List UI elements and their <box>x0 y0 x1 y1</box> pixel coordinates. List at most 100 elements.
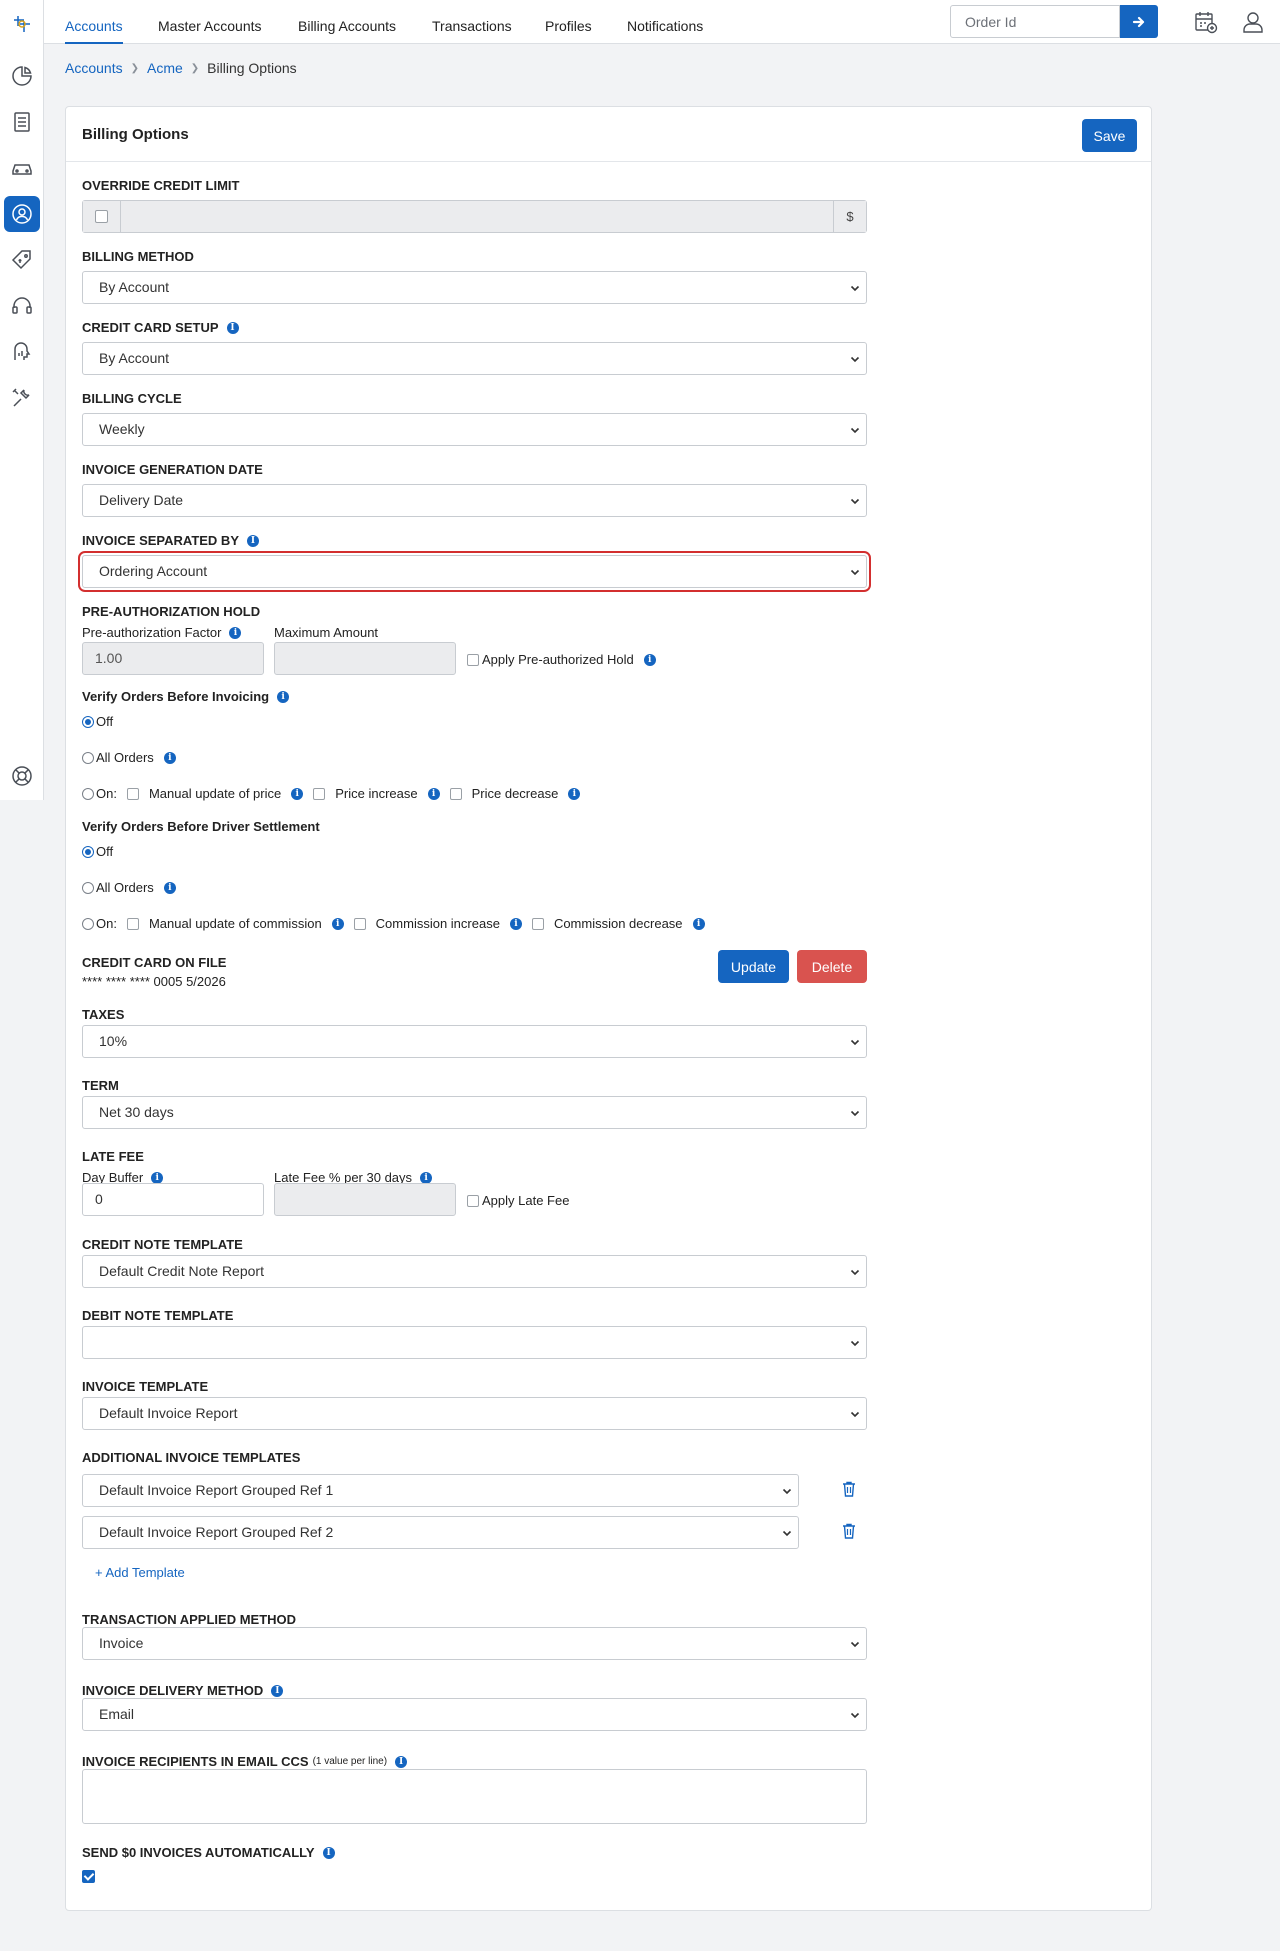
credit-card-setup-label: CREDIT CARD SETUP i <box>82 320 239 335</box>
order-id-input[interactable] <box>950 5 1120 38</box>
invoice-generation-date-select[interactable]: Delivery Date <box>82 484 867 517</box>
nav-tab-transactions[interactable]: Transactions <box>432 0 512 44</box>
info-icon[interactable]: i <box>229 626 242 639</box>
manual-price-checkbox[interactable] <box>126 787 139 800</box>
additional-template-value-1: Default Invoice Report Grouped Ref 1 <box>99 1482 334 1498</box>
reports-icon[interactable] <box>4 334 40 370</box>
user-profile-icon[interactable] <box>1240 9 1266 35</box>
price-decrease-checkbox[interactable] <box>449 787 462 800</box>
save-button[interactable]: Save <box>1082 119 1137 152</box>
debit-note-template-label: DEBIT NOTE TEMPLATE <box>82 1308 234 1323</box>
vehicle-icon[interactable] <box>4 150 40 186</box>
logo-icon[interactable] <box>4 6 40 42</box>
commission-increase-checkbox[interactable] <box>353 917 366 930</box>
info-icon[interactable]: i <box>163 751 176 764</box>
info-icon[interactable]: i <box>568 787 581 800</box>
verify-invoicing-label-text: Verify Orders Before Invoicing <box>82 689 270 704</box>
breadcrumb-accounts[interactable]: Accounts <box>65 60 123 76</box>
late-fee-pct-input[interactable] <box>274 1183 456 1216</box>
order-go-button[interactable] <box>1120 5 1158 38</box>
term-select[interactable]: Net 30 days <box>82 1096 867 1129</box>
info-icon[interactable]: i <box>331 917 344 930</box>
support-headset-icon[interactable] <box>4 288 40 324</box>
chevron-down-icon <box>850 1712 860 1719</box>
send-zero-invoices-checkbox[interactable] <box>82 1870 95 1883</box>
info-icon[interactable]: i <box>271 1684 284 1697</box>
nav-tab-notifications[interactable]: Notifications <box>627 0 703 44</box>
preauth-max-input[interactable] <box>274 642 456 675</box>
apply-late-fee-checkbox[interactable] <box>467 1194 479 1207</box>
nav-tab-profiles[interactable]: Profiles <box>545 0 592 44</box>
override-credit-limit-checkbox[interactable] <box>95 210 108 223</box>
info-icon[interactable]: i <box>291 787 304 800</box>
credit-note-template-select[interactable]: Default Credit Note Report <box>82 1255 867 1288</box>
info-icon[interactable]: i <box>427 787 440 800</box>
info-icon[interactable]: i <box>643 653 656 666</box>
delete-card-button[interactable]: Delete <box>797 950 867 983</box>
price-increase-checkbox[interactable] <box>313 787 326 800</box>
verify-invoicing-on-radio[interactable] <box>82 787 94 800</box>
verify-settlement-on-label: On: <box>96 916 117 931</box>
chevron-down-icon <box>782 1488 792 1495</box>
additional-template-select-2[interactable]: Default Invoice Report Grouped Ref 2 <box>82 1516 799 1549</box>
info-icon[interactable]: i <box>246 534 259 547</box>
trash-icon[interactable] <box>842 1523 856 1539</box>
billing-cycle-select[interactable]: Weekly <box>82 413 867 446</box>
verify-invoicing-off-radio[interactable] <box>82 715 94 728</box>
billing-method-select[interactable]: By Account <box>82 271 867 304</box>
info-icon[interactable]: i <box>151 1171 164 1184</box>
late-fee-label: LATE FEE <box>82 1149 144 1164</box>
taxes-select[interactable]: 10% <box>82 1025 867 1058</box>
dashboard-pie-icon[interactable] <box>4 58 40 94</box>
recipients-textarea[interactable] <box>82 1769 867 1824</box>
info-icon[interactable]: i <box>226 321 239 334</box>
transaction-method-select[interactable]: Invoice <box>82 1627 867 1660</box>
page-title: Billing Options <box>82 126 189 143</box>
credit-card-setup-select[interactable]: By Account <box>82 342 867 375</box>
nav-tab-master-accounts[interactable]: Master Accounts <box>158 0 262 44</box>
additional-templates-label: ADDITIONAL INVOICE TEMPLATES <box>82 1450 301 1465</box>
chevron-down-icon <box>850 1340 860 1347</box>
add-template-link[interactable]: + Add Template <box>95 1565 185 1580</box>
tools-icon[interactable] <box>4 380 40 416</box>
verify-settlement-on-radio[interactable] <box>82 917 94 930</box>
info-icon[interactable]: i <box>509 917 522 930</box>
invoice-separated-by-label-text: INVOICE SEPARATED BY <box>82 533 239 548</box>
invoice-template-select[interactable]: Default Invoice Report <box>82 1397 867 1430</box>
info-icon[interactable]: i <box>163 881 176 894</box>
apply-preauth-row: Apply Pre-authorized Hold i <box>467 652 656 667</box>
info-icon[interactable]: i <box>692 917 705 930</box>
orders-list-icon[interactable] <box>4 104 40 140</box>
debit-note-template-select[interactable] <box>82 1326 867 1359</box>
commission-decrease-checkbox[interactable] <box>531 917 544 930</box>
credit-card-on-file-label: CREDIT CARD ON FILE <box>82 955 227 970</box>
verify-settlement-off-radio[interactable] <box>82 845 94 858</box>
calendar-add-icon[interactable] <box>1193 9 1219 35</box>
accounts-user-icon[interactable] <box>4 196 40 232</box>
trash-icon[interactable] <box>842 1481 856 1497</box>
invoice-separated-by-select[interactable]: Ordering Account <box>78 551 871 592</box>
preauth-factor-input[interactable]: 1.00 <box>82 642 264 675</box>
info-icon[interactable]: i <box>395 1755 408 1768</box>
transaction-method-label: TRANSACTION APPLIED METHOD <box>82 1612 297 1627</box>
help-lifebuoy-icon[interactable] <box>4 758 40 794</box>
info-icon[interactable]: i <box>322 1846 335 1859</box>
credit-card-setup-label-text: CREDIT CARD SETUP <box>82 320 219 335</box>
chevron-down-icon <box>850 498 860 505</box>
additional-template-select-1[interactable]: Default Invoice Report Grouped Ref 1 <box>82 1474 799 1507</box>
manual-commission-checkbox[interactable] <box>126 917 139 930</box>
breadcrumb-acme[interactable]: Acme <box>147 60 183 76</box>
invoice-generation-date-value: Delivery Date <box>99 492 184 508</box>
pricing-tag-icon[interactable] <box>4 242 40 278</box>
day-buffer-input[interactable]: 0 <box>82 1183 264 1216</box>
nav-tab-billing-accounts[interactable]: Billing Accounts <box>298 0 396 44</box>
update-card-button[interactable]: Update <box>718 950 789 983</box>
invoice-template-label: INVOICE TEMPLATE <box>82 1379 209 1394</box>
verify-settlement-all-radio[interactable] <box>82 881 94 894</box>
delivery-method-select[interactable]: Email <box>82 1698 867 1731</box>
apply-preauth-checkbox[interactable] <box>467 653 479 666</box>
nav-tab-accounts[interactable]: Accounts <box>65 0 123 44</box>
info-icon[interactable]: i <box>277 690 290 703</box>
verify-invoicing-all-radio[interactable] <box>82 751 94 764</box>
info-icon[interactable]: i <box>420 1171 433 1184</box>
